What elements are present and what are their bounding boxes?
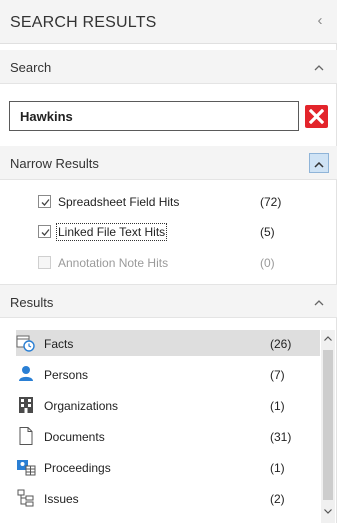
result-item-organizations[interactable]: Organizations (1): [16, 392, 320, 418]
chevron-up-icon[interactable]: [309, 153, 329, 173]
chevron-up-icon[interactable]: [309, 292, 329, 312]
chevron-up-icon[interactable]: [309, 57, 329, 77]
scrollbar-thumb[interactable]: [323, 350, 333, 500]
close-icon: [309, 109, 324, 124]
narrow-item-label: Spreadsheet Field Hits: [58, 195, 180, 209]
clear-search-button[interactable]: [305, 105, 328, 128]
checkbox[interactable]: [38, 225, 51, 238]
result-item-documents[interactable]: Documents (31): [16, 423, 320, 449]
narrow-item-spreadsheet-field-hits[interactable]: Spreadsheet Field Hits (72): [38, 192, 298, 212]
issues-tree-icon: [16, 488, 36, 508]
document-icon: [16, 426, 36, 446]
panel-title: SEARCH RESULTS: [10, 14, 157, 31]
results-list: Facts (26) Persons (7) Organizations (1)…: [0, 325, 337, 523]
panel-header: SEARCH RESULTS ‹: [0, 0, 337, 44]
result-item-label: Proceedings: [44, 461, 111, 475]
scroll-up-icon[interactable]: [321, 332, 335, 346]
result-item-label: Facts: [44, 337, 74, 351]
narrow-item-count: (0): [260, 256, 275, 270]
building-icon: [16, 395, 36, 415]
result-item-count: (1): [270, 399, 285, 413]
result-item-count: (1): [270, 461, 285, 475]
proceedings-icon: [16, 457, 36, 477]
checkbox: [38, 256, 51, 269]
result-item-proceedings[interactable]: Proceedings (1): [16, 454, 320, 480]
narrow-item-count: (72): [260, 195, 282, 209]
narrow-item-label: Linked File Text Hits: [55, 223, 168, 241]
result-item-label: Issues: [44, 492, 79, 506]
search-input-wrapper: [9, 101, 299, 131]
search-results-panel: SEARCH RESULTS ‹ Search Narrow Results S…: [0, 0, 337, 523]
search-input[interactable]: [10, 102, 298, 130]
facts-calendar-icon: [16, 333, 36, 353]
results-scrollbar[interactable]: [321, 330, 335, 523]
result-item-label: Organizations: [44, 399, 119, 413]
person-icon: [16, 364, 36, 384]
results-section-label: Results: [10, 295, 54, 310]
narrow-results-section-header[interactable]: Narrow Results: [0, 146, 337, 180]
result-item-facts[interactable]: Facts (26): [16, 330, 320, 356]
result-item-count: (7): [270, 368, 285, 382]
result-item-count: (2): [270, 492, 285, 506]
scroll-down-icon[interactable]: [321, 505, 335, 519]
result-item-count: (26): [270, 337, 292, 351]
result-item-issues[interactable]: Issues (2): [16, 485, 320, 511]
narrow-item-count: (5): [260, 225, 275, 239]
collapse-panel-button[interactable]: ‹: [313, 13, 327, 29]
narrow-item-annotation-note-hits: Annotation Note Hits (0): [38, 253, 298, 273]
search-section-label: Search: [10, 60, 52, 75]
narrow-item-linked-file-text-hits[interactable]: Linked File Text Hits (5): [38, 222, 298, 242]
narrow-results-label: Narrow Results: [10, 156, 99, 171]
results-section-header[interactable]: Results: [0, 284, 337, 318]
result-item-label: Documents: [44, 430, 105, 444]
checkbox[interactable]: [38, 195, 51, 208]
result-item-label: Persons: [44, 368, 89, 382]
result-item-count: (31): [270, 430, 292, 444]
narrow-item-label: Annotation Note Hits: [58, 256, 169, 270]
search-section-header[interactable]: Search: [0, 50, 337, 84]
result-item-persons[interactable]: Persons (7): [16, 361, 320, 387]
